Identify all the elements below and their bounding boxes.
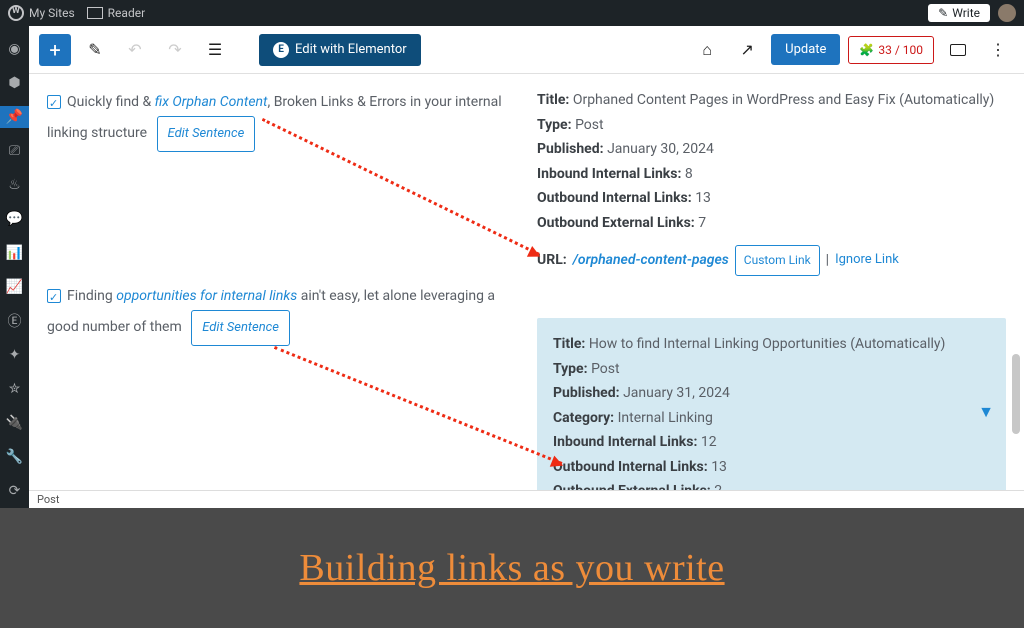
- suggestion-link[interactable]: fix Orphan Content: [155, 94, 268, 110]
- undo-icon[interactable]: ↶: [119, 34, 151, 66]
- chart-icon[interactable]: 📈: [0, 276, 29, 298]
- update-button[interactable]: Update: [771, 34, 840, 65]
- target-info: Title: Orphaned Content Pages in WordPre…: [537, 88, 1006, 276]
- caption-banner: Building links as you write: [0, 508, 1024, 628]
- target-url[interactable]: /orphaned-content-pages: [573, 248, 729, 273]
- pen-icon: ✎: [938, 6, 948, 20]
- flame-icon[interactable]: ♨: [0, 174, 29, 196]
- write-label: Write: [952, 6, 980, 20]
- score-label: 33 / 100: [878, 43, 923, 57]
- elementor-label: Edit with Elementor: [295, 42, 407, 57]
- edit-sentence-button[interactable]: Edit Sentence: [191, 310, 290, 346]
- wp-logo[interactable]: My Sites: [8, 5, 75, 21]
- main-content: Quickly find & fix Orphan Content, Broke…: [29, 74, 1024, 496]
- checkbox-icon[interactable]: [47, 289, 61, 303]
- edit-sentence-button[interactable]: Edit Sentence: [157, 116, 256, 152]
- admin-bar: My Sites Reader ✎ Write: [0, 0, 1024, 26]
- laptop-icon[interactable]: ⌂: [691, 34, 723, 66]
- suggestion-link[interactable]: opportunities for internal links: [116, 288, 297, 304]
- target-info-card: Title: How to find Internal Linking Oppo…: [537, 318, 1006, 496]
- ignore-link[interactable]: Ignore Link: [835, 249, 899, 272]
- caption-text: Building links as you write: [299, 546, 724, 590]
- suggestion-row: Quickly find & fix Orphan Content, Broke…: [47, 88, 507, 152]
- breadcrumb: Post: [29, 490, 1024, 508]
- editor-toolbar: + ✎ ↶ ↷ ☰ E Edit with Elementor ⌂ ↗ Updat…: [29, 26, 1024, 74]
- update-label: Update: [785, 42, 826, 57]
- appearance-icon[interactable]: ✦: [0, 344, 29, 366]
- redo-icon[interactable]: ↷: [159, 34, 191, 66]
- elementor-button[interactable]: E Edit with Elementor: [259, 34, 421, 66]
- suggestion-prefix: Quickly find &: [67, 94, 155, 110]
- suggestion-row: Finding opportunities for internal links…: [47, 282, 507, 346]
- dashboard-icon[interactable]: ◉: [0, 38, 29, 60]
- elementor-e-icon: E: [273, 42, 289, 58]
- elementor-icon[interactable]: Ⓔ: [0, 310, 29, 332]
- star-icon[interactable]: ✮: [0, 378, 29, 400]
- puzzle-icon: 🧩: [859, 43, 874, 57]
- tools-icon[interactable]: 🔧: [0, 446, 29, 468]
- avatar[interactable]: [998, 4, 1016, 22]
- edit-icon[interactable]: ✎: [79, 34, 111, 66]
- write-button[interactable]: ✎ Write: [928, 4, 990, 22]
- checkbox-icon[interactable]: [47, 95, 61, 109]
- media-icon[interactable]: ⎚: [0, 140, 29, 162]
- panel-icon[interactable]: [942, 34, 974, 66]
- suggestion-prefix: Finding: [67, 288, 116, 304]
- reader-icon: [87, 7, 103, 19]
- reader-label: Reader: [108, 6, 145, 20]
- kebab-icon[interactable]: ⋮: [982, 34, 1014, 66]
- home-icon[interactable]: ⬢: [0, 72, 29, 94]
- score-badge[interactable]: 🧩 33 / 100: [848, 36, 934, 64]
- chevron-down-icon[interactable]: ▼: [978, 398, 994, 426]
- add-block-button[interactable]: +: [39, 34, 71, 66]
- settings-icon[interactable]: ⟳: [0, 480, 29, 502]
- crumb-label: Post: [37, 493, 59, 506]
- comments-icon[interactable]: 💬: [0, 208, 29, 230]
- stats-icon[interactable]: 📊: [0, 242, 29, 264]
- custom-link-button[interactable]: Custom Link: [735, 245, 820, 276]
- outline-icon[interactable]: ☰: [199, 34, 231, 66]
- content-scrollbar[interactable]: [1012, 74, 1022, 496]
- external-icon[interactable]: ↗: [731, 34, 763, 66]
- reader-link[interactable]: Reader: [87, 6, 145, 20]
- my-sites-label: My Sites: [29, 6, 75, 20]
- pin-icon[interactable]: 📌: [0, 106, 29, 128]
- plugins-icon[interactable]: 🔌: [0, 412, 29, 434]
- wp-icon: [8, 5, 24, 21]
